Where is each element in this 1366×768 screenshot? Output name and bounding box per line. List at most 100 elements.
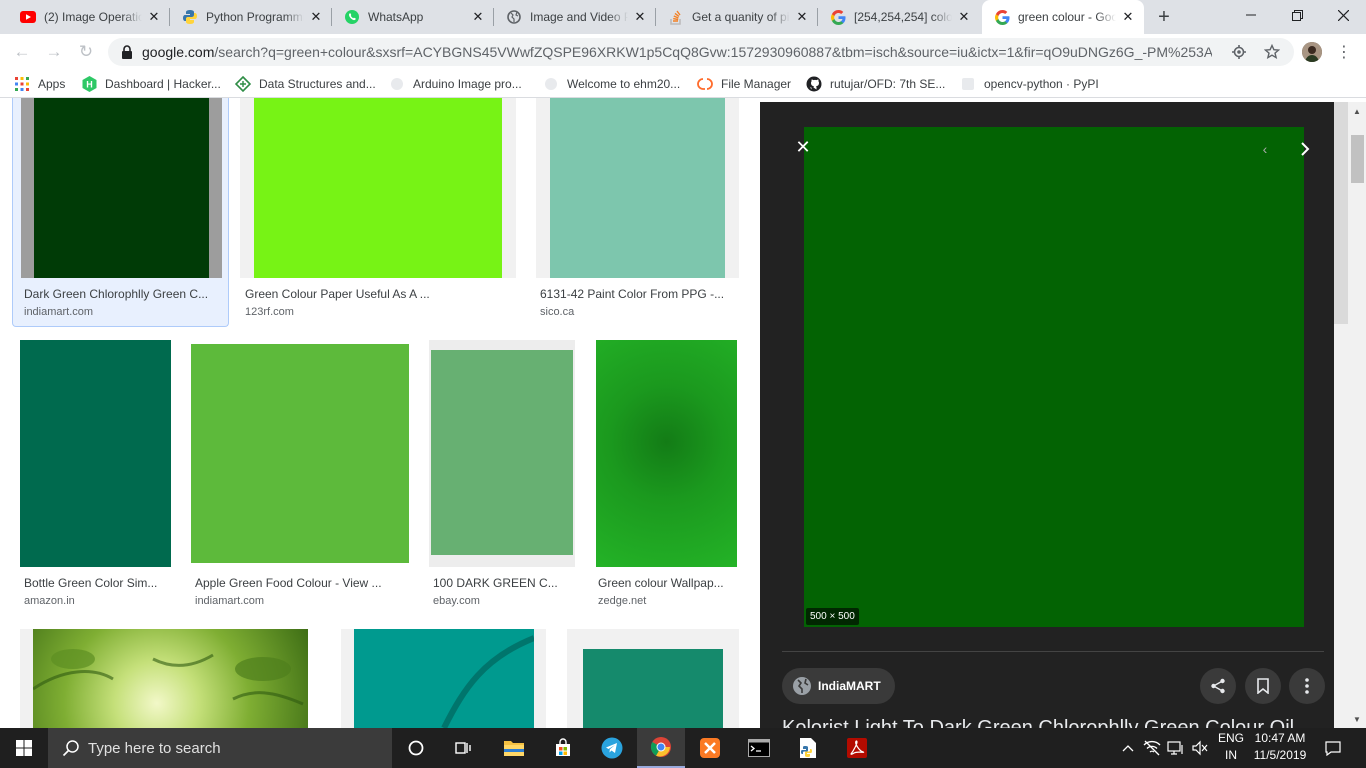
- store-icon[interactable]: [539, 728, 587, 768]
- result-image[interactable]: [354, 629, 536, 728]
- result-card[interactable]: [341, 629, 546, 728]
- result-image[interactable]: [550, 98, 725, 278]
- result-image[interactable]: [254, 98, 502, 278]
- result-card[interactable]: Green colour Wallpap... zedge.net: [596, 340, 737, 610]
- result-image[interactable]: [32, 629, 308, 728]
- result-caption[interactable]: Green colour Wallpap...: [598, 576, 724, 590]
- bookmark-arduino[interactable]: Arduino Image pro...: [389, 70, 522, 98]
- bookmark-apps[interactable]: Apps: [14, 70, 65, 98]
- bookmark-pypi[interactable]: opencv-python · PyPI: [960, 70, 1099, 98]
- profile-avatar[interactable]: [1302, 42, 1322, 62]
- chrome-icon[interactable]: [637, 728, 685, 768]
- result-source[interactable]: indiamart.com: [24, 306, 93, 318]
- close-tab-icon[interactable]: ✕: [956, 9, 972, 25]
- result-card[interactable]: Bottle Green Color Sim... amazon.in: [20, 340, 171, 610]
- scroll-down-icon[interactable]: ▼: [1350, 712, 1364, 726]
- python-file-icon[interactable]: [784, 728, 832, 768]
- close-tab-icon[interactable]: ✕: [308, 9, 324, 25]
- preview-title[interactable]: Kolorist Light To Dark Green Chlorophlly…: [782, 717, 1294, 728]
- result-image[interactable]: [583, 649, 723, 728]
- notifications-icon[interactable]: [1318, 728, 1348, 768]
- more-options-icon[interactable]: [1289, 668, 1325, 704]
- address-bar[interactable]: google.com/search?q=green+colour&sxsrf=A…: [108, 38, 1294, 66]
- scrollbar-thumb[interactable]: [1351, 135, 1364, 183]
- taskbar-clock[interactable]: 10:47 AM 11/5/2019: [1248, 730, 1312, 764]
- share-icon[interactable]: [1200, 668, 1236, 704]
- tab-image-and-video[interactable]: Image and Video P ✕: [494, 0, 656, 34]
- result-image[interactable]: [20, 340, 171, 567]
- acrobat-icon[interactable]: [833, 728, 881, 768]
- tab-green-colour-active[interactable]: green colour - Goo ✕: [982, 0, 1144, 34]
- bookmark-ehm[interactable]: Welcome to ehm20...: [543, 70, 680, 98]
- result-caption[interactable]: Apple Green Food Colour - View ...: [195, 576, 382, 590]
- save-bookmark-icon[interactable]: [1245, 668, 1281, 704]
- result-card[interactable]: [20, 629, 308, 728]
- preview-image[interactable]: [804, 127, 1304, 627]
- reload-icon[interactable]: ↻: [74, 40, 98, 64]
- result-source[interactable]: 123rf.com: [245, 306, 294, 318]
- minimize-button[interactable]: [1228, 0, 1274, 30]
- xampp-icon[interactable]: [686, 728, 734, 768]
- result-caption[interactable]: Green Colour Paper Useful As A ...: [245, 287, 430, 301]
- input-language-indicator[interactable]: ENG IN: [1214, 730, 1248, 764]
- result-caption[interactable]: 6131-42 Paint Color From PPG -...: [540, 287, 724, 301]
- telegram-icon[interactable]: [588, 728, 636, 768]
- bookmark-data-structures[interactable]: Data Structures and...: [235, 70, 376, 98]
- result-caption[interactable]: Bottle Green Color Sim...: [24, 576, 157, 590]
- bookmark-file-manager[interactable]: File Manager: [697, 70, 791, 98]
- close-window-button[interactable]: [1320, 0, 1366, 30]
- result-source[interactable]: amazon.in: [24, 595, 75, 607]
- close-icon[interactable]: ✕: [794, 137, 812, 157]
- result-source[interactable]: zedge.net: [598, 595, 646, 607]
- source-site-chip[interactable]: IndiaMART: [782, 668, 895, 704]
- taskbar-search-box[interactable]: Type here to search: [48, 728, 392, 768]
- windows-start-icon[interactable]: [0, 728, 48, 768]
- result-image[interactable]: [431, 350, 573, 555]
- close-tab-icon[interactable]: ✕: [632, 9, 648, 25]
- bookmark-star-icon[interactable]: [1264, 44, 1280, 60]
- forward-arrow-icon[interactable]: →: [42, 40, 66, 64]
- new-tab-button[interactable]: +: [1152, 5, 1176, 29]
- tab-254-colour[interactable]: [254,254,254] colo ✕: [818, 0, 980, 34]
- volume-muted-icon[interactable]: [1188, 728, 1212, 768]
- result-card[interactable]: Green Colour Paper Useful As A ... 123rf…: [240, 98, 516, 327]
- result-card[interactable]: 6131-42 Paint Color From PPG -... sico.c…: [536, 98, 739, 327]
- close-tab-icon[interactable]: ✕: [146, 9, 162, 25]
- bookmark-github[interactable]: rutujar/OFD: 7th SE...: [806, 70, 945, 98]
- command-prompt-icon[interactable]: [735, 728, 783, 768]
- result-card-selected[interactable]: Dark Green Chlorophlly Green C... indiam…: [12, 98, 229, 327]
- url-text[interactable]: google.com/search?q=green+colour&sxsrf=A…: [142, 38, 1212, 66]
- back-arrow-icon[interactable]: ←: [10, 40, 34, 64]
- tab-python[interactable]: Python Programmi ✕: [170, 0, 332, 34]
- result-caption[interactable]: 100 DARK GREEN C...: [433, 576, 558, 590]
- scroll-up-icon[interactable]: ▲: [1350, 104, 1364, 118]
- result-card[interactable]: 100 DARK GREEN C... ebay.com: [429, 340, 575, 610]
- chevron-left-icon[interactable]: ‹: [1254, 138, 1276, 160]
- result-caption[interactable]: Dark Green Chlorophlly Green C...: [24, 287, 219, 301]
- result-image[interactable]: [191, 344, 409, 563]
- result-card[interactable]: [567, 629, 739, 728]
- restore-button[interactable]: [1274, 0, 1320, 30]
- close-tab-icon[interactable]: ✕: [470, 9, 486, 25]
- bookmark-hackerrank[interactable]: H Dashboard | Hacker...: [81, 70, 221, 98]
- file-explorer-icon[interactable]: [490, 728, 538, 768]
- device-icon[interactable]: [1164, 728, 1188, 768]
- cortana-icon[interactable]: [392, 728, 440, 768]
- result-source[interactable]: ebay.com: [433, 595, 480, 607]
- result-card[interactable]: Apple Green Food Colour - View ... india…: [191, 340, 409, 610]
- tab-stackoverflow[interactable]: Get a quanity of pi ✕: [656, 0, 818, 34]
- task-view-icon[interactable]: [440, 728, 488, 768]
- tab-youtube[interactable]: (2) Image Operatio ✕: [8, 0, 170, 34]
- result-source[interactable]: indiamart.com: [195, 595, 264, 607]
- browser-menu-icon[interactable]: ⋮: [1332, 40, 1356, 64]
- network-icon[interactable]: [1140, 728, 1164, 768]
- chevron-right-icon[interactable]: [1294, 138, 1316, 160]
- result-image[interactable]: [34, 98, 209, 278]
- close-tab-icon[interactable]: ✕: [1120, 9, 1136, 25]
- show-hidden-icons[interactable]: [1118, 728, 1138, 768]
- result-image[interactable]: [596, 340, 737, 567]
- tab-whatsapp[interactable]: WhatsApp ✕: [332, 0, 494, 34]
- close-tab-icon[interactable]: ✕: [794, 9, 810, 25]
- result-source[interactable]: sico.ca: [540, 306, 574, 318]
- location-icon[interactable]: [1232, 45, 1246, 59]
